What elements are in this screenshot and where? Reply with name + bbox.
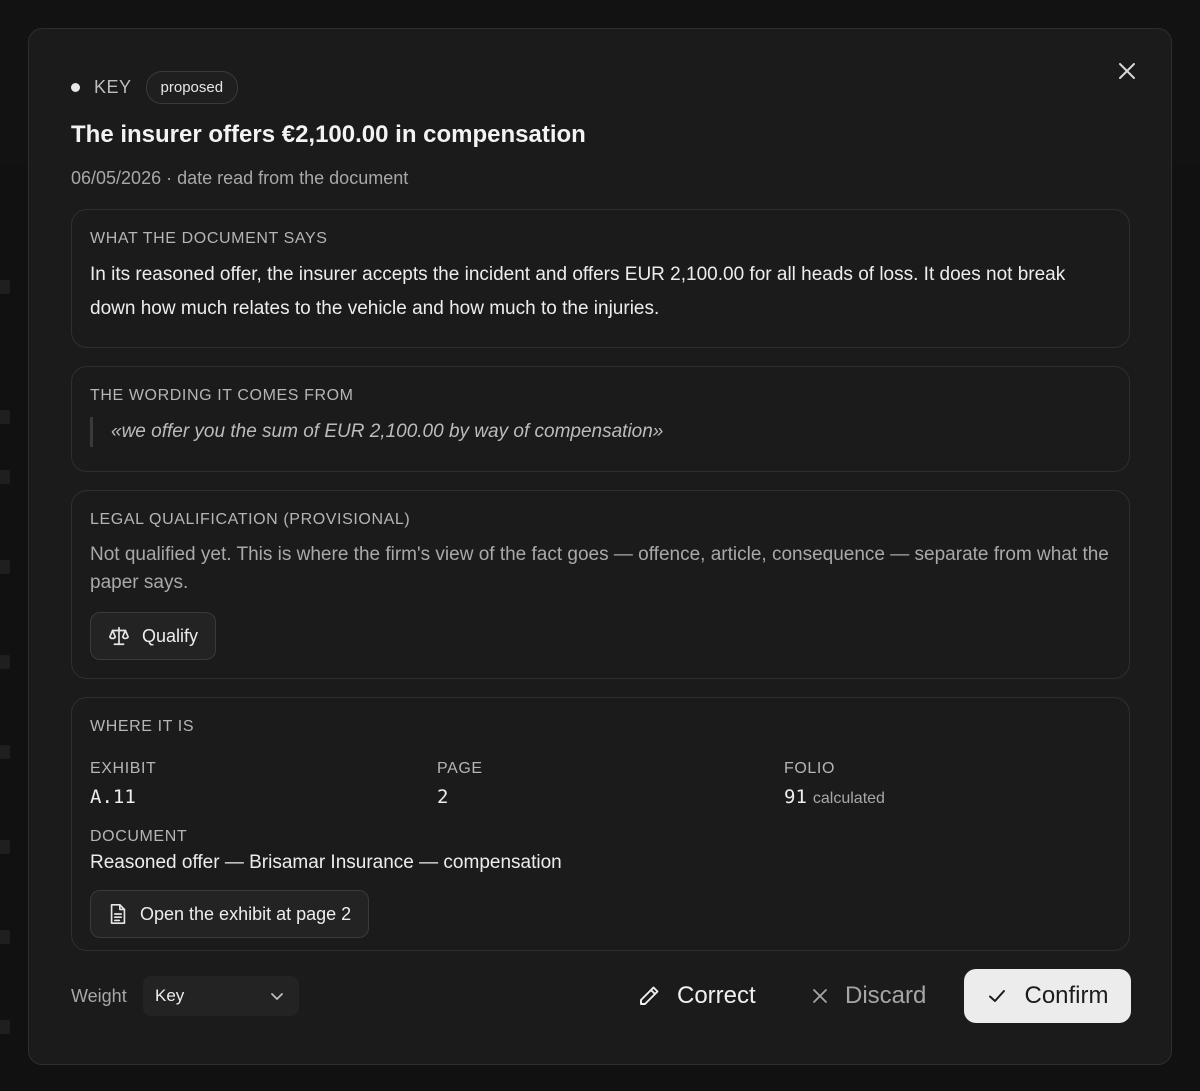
card-label: THE WORDING IT COMES FROM [90, 387, 354, 404]
confirm-label: Confirm [1024, 982, 1109, 1009]
folio-note: calculated [812, 790, 885, 807]
document-value: Reasoned offer — Brisamar Insurance — co… [90, 852, 562, 873]
backdrop-mark [0, 1020, 10, 1034]
open-exhibit-button[interactable]: Open the exhibit at page 2 [90, 890, 370, 938]
check-icon [989, 990, 1006, 1002]
backdrop-mark [0, 470, 10, 484]
fact-header: KEY proposed [71, 71, 239, 104]
page-value: 2 [437, 786, 449, 808]
exhibit-value: A.11 [90, 786, 136, 808]
confirm-button[interactable]: Confirm [964, 969, 1131, 1023]
qualification-text: Not qualified yet. This is where the fir… [90, 544, 1109, 593]
correct-button[interactable]: Correct [637, 969, 756, 1023]
card-label: LEGAL QUALIFICATION (PROVISIONAL) [90, 511, 411, 528]
fact-detail-dialog: KEY proposed The insurer offers €2,100.0… [28, 28, 1172, 1065]
weight-indicator: KEY [94, 77, 132, 97]
backdrop-mark [0, 280, 10, 294]
discard-label: Discard [845, 982, 927, 1009]
qualify-button[interactable]: Qualify [90, 612, 217, 660]
weight-select[interactable]: Key [143, 976, 299, 1016]
close-icon [1119, 63, 1135, 79]
scale-icon [109, 626, 129, 646]
backdrop-mark [0, 410, 10, 424]
folio-label: FOLIO [784, 760, 836, 777]
page-label: PAGE [437, 760, 483, 777]
file-text-icon [110, 904, 126, 924]
backdrop-mark [0, 745, 10, 759]
qualification-card: LEGAL QUALIFICATION (PROVISIONAL) Not qu… [71, 490, 1130, 679]
backdrop-mark [0, 560, 10, 574]
backdrop-mark [0, 840, 10, 854]
close-button[interactable] [1113, 57, 1141, 85]
backdrop-mark [0, 930, 10, 944]
x-icon [813, 989, 827, 1003]
qualify-label: Qualify [142, 625, 199, 646]
folio-value: 91 [784, 786, 807, 808]
document-label: DOCUMENT [90, 828, 188, 845]
status-badge: proposed [145, 71, 239, 104]
fact-title: The insurer offers €2,100.00 in compensa… [71, 121, 586, 148]
chevron-down-icon [271, 993, 283, 1000]
location-grid: EXHIBIT A.11 PAGE 2 FOLIO 91 calculated [90, 760, 1111, 808]
discard-button[interactable]: Discard [811, 969, 926, 1023]
correct-label: Correct [677, 982, 756, 1009]
card-label: WHERE IT IS [90, 718, 195, 735]
document-summary: In its reasoned offer, the insurer accep… [90, 264, 1066, 319]
backdrop-mark [0, 655, 10, 669]
wording-card: THE WORDING IT COMES FROM «we offer you … [71, 366, 1130, 472]
weight-label: Weight [71, 986, 127, 1006]
source-quote: «we offer you the sum of EUR 2,100.00 by… [90, 417, 1111, 447]
location-card: WHERE IT IS EXHIBIT A.11 PAGE 2 FOLIO 91… [71, 697, 1130, 951]
dialog-footer: Weight Key Correct Discard Confirm [71, 969, 1131, 1025]
card-label: WHAT THE DOCUMENT SAYS [90, 230, 328, 247]
weight-selected-value: Key [155, 986, 185, 1005]
folio-value-row: 91 calculated [784, 786, 1114, 808]
document-says-card: WHAT THE DOCUMENT SAYS In its reasoned o… [71, 209, 1130, 348]
open-exhibit-label: Open the exhibit at page 2 [140, 903, 352, 924]
exhibit-label: EXHIBIT [90, 760, 157, 777]
pencil-icon [640, 986, 659, 1005]
fact-date: 06/05/2026 · date read from the document [71, 168, 409, 188]
weight-dot-icon [71, 83, 80, 92]
